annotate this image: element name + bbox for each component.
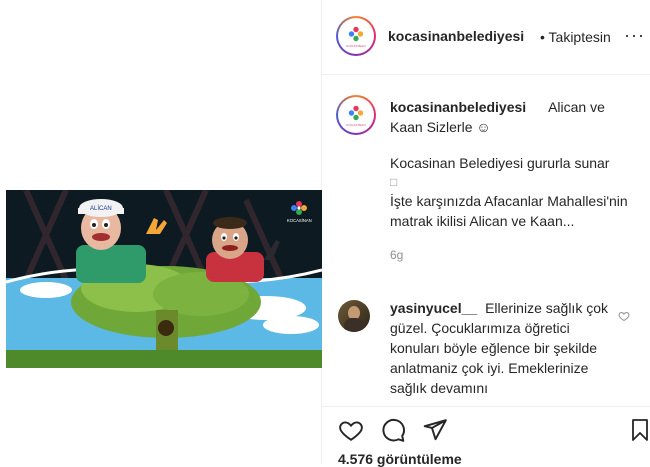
bookmark-icon[interactable] — [628, 417, 650, 443]
avatar-brand-text: KOCASİNAN — [346, 43, 366, 48]
puppet-cap-text: ALİCAN — [90, 205, 112, 212]
caption-glyph: □ — [390, 175, 398, 189]
view-count[interactable]: 4.576 görüntüleme — [338, 451, 462, 467]
post-header: KOCASİNAN kocasinanbelediyesi • Takiptes… — [322, 0, 650, 75]
caption-avatar[interactable]: KOCASİNAN — [336, 95, 376, 135]
caption: kocasinanbelediyesi Alican ve Kaan Sizle… — [390, 97, 630, 265]
media-column: ALİCAN KOCASİNAN — [0, 0, 322, 464]
video-frame: ALİCAN KOCASİNAN — [6, 190, 322, 368]
caption-body-2: İşte karşınızda Afacanlar Mahallesi'nin … — [390, 193, 628, 229]
header-avatar[interactable]: KOCASİNAN — [336, 16, 376, 56]
avatar-brand-text: KOCASİNAN — [346, 122, 366, 127]
comment-username[interactable]: yasinyucel__ — [390, 300, 477, 316]
heart-icon[interactable] — [338, 417, 364, 443]
action-bar: 4.576 görüntüleme — [322, 406, 650, 467]
header-username[interactable]: kocasinanbelediyesi — [388, 28, 524, 44]
comment-body: yasinyucel__ Ellerinize sağlık çok güzel… — [390, 298, 618, 398]
comment-avatar[interactable] — [338, 300, 370, 332]
post-details-panel: KOCASİNAN kocasinanbelediyesi • Takiptes… — [322, 0, 650, 467]
post-video[interactable]: ALİCAN KOCASİNAN — [6, 190, 322, 368]
kocasinan-logo-icon — [348, 26, 364, 41]
caption-username[interactable]: kocasinanbelediyesi — [390, 99, 526, 115]
send-icon[interactable] — [422, 417, 448, 443]
kocasinan-logo-icon — [348, 105, 364, 120]
video-brand-text: KOCASİNAN — [287, 218, 312, 223]
caption-area: KOCASİNAN kocasinanbelediyesi Alican ve … — [322, 74, 650, 406]
comment-icon[interactable] — [380, 417, 406, 443]
post-time[interactable]: 6g — [390, 245, 630, 265]
follow-status[interactable]: • Takiptesin — [540, 29, 611, 45]
more-options-icon[interactable]: ··· — [624, 25, 645, 46]
comment-like-heart-icon[interactable] — [618, 310, 630, 322]
caption-body-1: Kocasinan Belediyesi gururla sunar — [390, 155, 610, 171]
